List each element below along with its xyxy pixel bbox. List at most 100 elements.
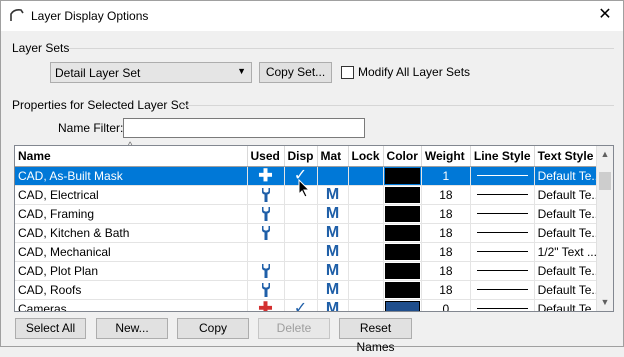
copy-set-button[interactable]: Copy Set... (259, 62, 332, 83)
close-icon[interactable]: ✕ (597, 7, 613, 23)
weight-cell[interactable]: 18 (421, 280, 471, 300)
lock-cell[interactable] (348, 185, 384, 205)
color-cell[interactable] (383, 166, 422, 186)
used-cell[interactable]: ✚ (247, 299, 285, 311)
layer-name-cell[interactable]: CAD, As-Built Mask (15, 166, 248, 186)
display-cell[interactable] (284, 204, 318, 224)
layer-name-cell[interactable]: CAD, Roofs (15, 280, 248, 300)
display-cell[interactable] (284, 280, 318, 300)
table-row[interactable]: Cameras ✚ ✓ M 0 Default Te... (15, 299, 606, 311)
color-swatch (384, 186, 420, 203)
material-cell[interactable]: M (317, 261, 349, 281)
color-cell[interactable] (383, 223, 422, 243)
column-header-disp[interactable]: Disp (284, 146, 318, 167)
text-style-cell[interactable]: Default Te... (534, 185, 606, 205)
display-cell[interactable] (284, 223, 318, 243)
used-cell[interactable] (247, 261, 285, 281)
line-style-cell[interactable] (470, 261, 535, 281)
line-style-cell[interactable] (470, 223, 535, 243)
weight-cell[interactable]: 18 (421, 185, 471, 205)
line-style-cell[interactable] (470, 185, 535, 205)
weight-cell[interactable]: 18 (421, 223, 471, 243)
material-cell[interactable]: M (317, 223, 349, 243)
modify-all-checkbox[interactable] (341, 66, 354, 79)
delete-button[interactable]: Delete (258, 318, 330, 339)
line-style-cell[interactable] (470, 280, 535, 300)
material-cell[interactable] (317, 166, 349, 186)
column-header-lock[interactable]: Lock (348, 146, 384, 167)
column-header-used[interactable]: Used (247, 146, 285, 167)
text-style-cell[interactable]: Default Te... (534, 223, 606, 243)
text-style-cell[interactable]: Default Te... (534, 166, 606, 186)
new-button[interactable]: New... (96, 318, 168, 339)
line-style-cell[interactable] (470, 299, 535, 311)
used-cell[interactable] (247, 280, 285, 300)
select-all-button[interactable]: Select All (15, 318, 86, 339)
text-style-cell[interactable]: Default Te... (534, 204, 606, 224)
weight-cell[interactable]: 1 (421, 166, 471, 186)
color-cell[interactable] (383, 185, 422, 205)
lock-cell[interactable] (348, 223, 384, 243)
line-style-cell[interactable] (470, 204, 535, 224)
line-style-cell[interactable] (470, 166, 535, 186)
color-cell[interactable] (383, 280, 422, 300)
table-row[interactable]: CAD, Mechanical M 18 1/2" Text ... (15, 242, 606, 262)
column-header-mat[interactable]: Mat (317, 146, 349, 167)
color-cell[interactable] (383, 204, 422, 224)
layer-name-cell[interactable]: CAD, Electrical (15, 185, 248, 205)
layer-set-dropdown[interactable]: Detail Layer Set ▼ (50, 62, 252, 83)
material-cell[interactable]: M (317, 299, 349, 311)
layer-name-cell[interactable]: CAD, Plot Plan (15, 261, 248, 281)
scroll-thumb[interactable] (599, 172, 611, 190)
layer-name-cell[interactable]: CAD, Kitchen & Bath (15, 223, 248, 243)
text-style-cell[interactable]: Default Te... (534, 261, 606, 281)
material-cell[interactable]: M (317, 280, 349, 300)
color-cell[interactable] (383, 299, 422, 311)
column-header-name[interactable]: Name (15, 146, 248, 167)
weight-cell[interactable]: 18 (421, 261, 471, 281)
weight-cell[interactable]: 18 (421, 204, 471, 224)
layer-name-cell[interactable]: CAD, Mechanical (15, 242, 248, 262)
material-cell[interactable]: M (317, 185, 349, 205)
table-row[interactable]: CAD, Plot Plan M 18 Default Te... (15, 261, 606, 281)
weight-cell[interactable]: 18 (421, 242, 471, 262)
material-cell[interactable]: M (317, 204, 349, 224)
scroll-up-icon[interactable]: ▲ (597, 146, 613, 163)
used-cell[interactable]: ✚ (247, 166, 285, 186)
column-header-text-style[interactable]: Text Style (534, 146, 606, 167)
column-header-weight[interactable]: Weight (421, 146, 471, 167)
lock-cell[interactable] (348, 299, 384, 311)
table-row[interactable]: CAD, Framing M 18 Default Te... (15, 204, 606, 224)
table-row[interactable]: CAD, Kitchen & Bath M 18 Default Te... (15, 223, 606, 243)
line-style-cell[interactable] (470, 242, 535, 262)
column-header-color[interactable]: Color (383, 146, 422, 167)
weight-cell[interactable]: 0 (421, 299, 471, 311)
text-style-cell[interactable]: Default Te... (534, 280, 606, 300)
lock-cell[interactable] (348, 242, 384, 262)
layer-name-cell[interactable]: Cameras (15, 299, 248, 311)
vertical-scrollbar[interactable]: ▲ ▼ (596, 146, 613, 311)
text-style-cell[interactable]: 1/2" Text ... (534, 242, 606, 262)
display-cell[interactable] (284, 242, 318, 262)
reset-names-button[interactable]: Reset Names (339, 318, 412, 354)
color-cell[interactable] (383, 242, 422, 262)
used-cell[interactable] (247, 223, 285, 243)
column-header-line-style[interactable]: Line Style (470, 146, 535, 167)
used-cell[interactable] (247, 204, 285, 224)
color-cell[interactable] (383, 261, 422, 281)
used-cell[interactable] (247, 242, 285, 262)
lock-cell[interactable] (348, 280, 384, 300)
text-style-cell[interactable]: Default Te... (534, 299, 606, 311)
lock-cell[interactable] (348, 261, 384, 281)
display-cell[interactable]: ✓ (284, 299, 318, 311)
scroll-down-icon[interactable]: ▼ (597, 294, 613, 311)
layer-name-cell[interactable]: CAD, Framing (15, 204, 248, 224)
lock-cell[interactable] (348, 166, 384, 186)
used-cell[interactable] (247, 185, 285, 205)
material-cell[interactable]: M (317, 242, 349, 262)
display-cell[interactable] (284, 261, 318, 281)
table-row[interactable]: CAD, Roofs M 18 Default Te... (15, 280, 606, 300)
name-filter-input[interactable] (123, 118, 365, 138)
copy-button[interactable]: Copy (177, 318, 249, 339)
lock-cell[interactable] (348, 204, 384, 224)
